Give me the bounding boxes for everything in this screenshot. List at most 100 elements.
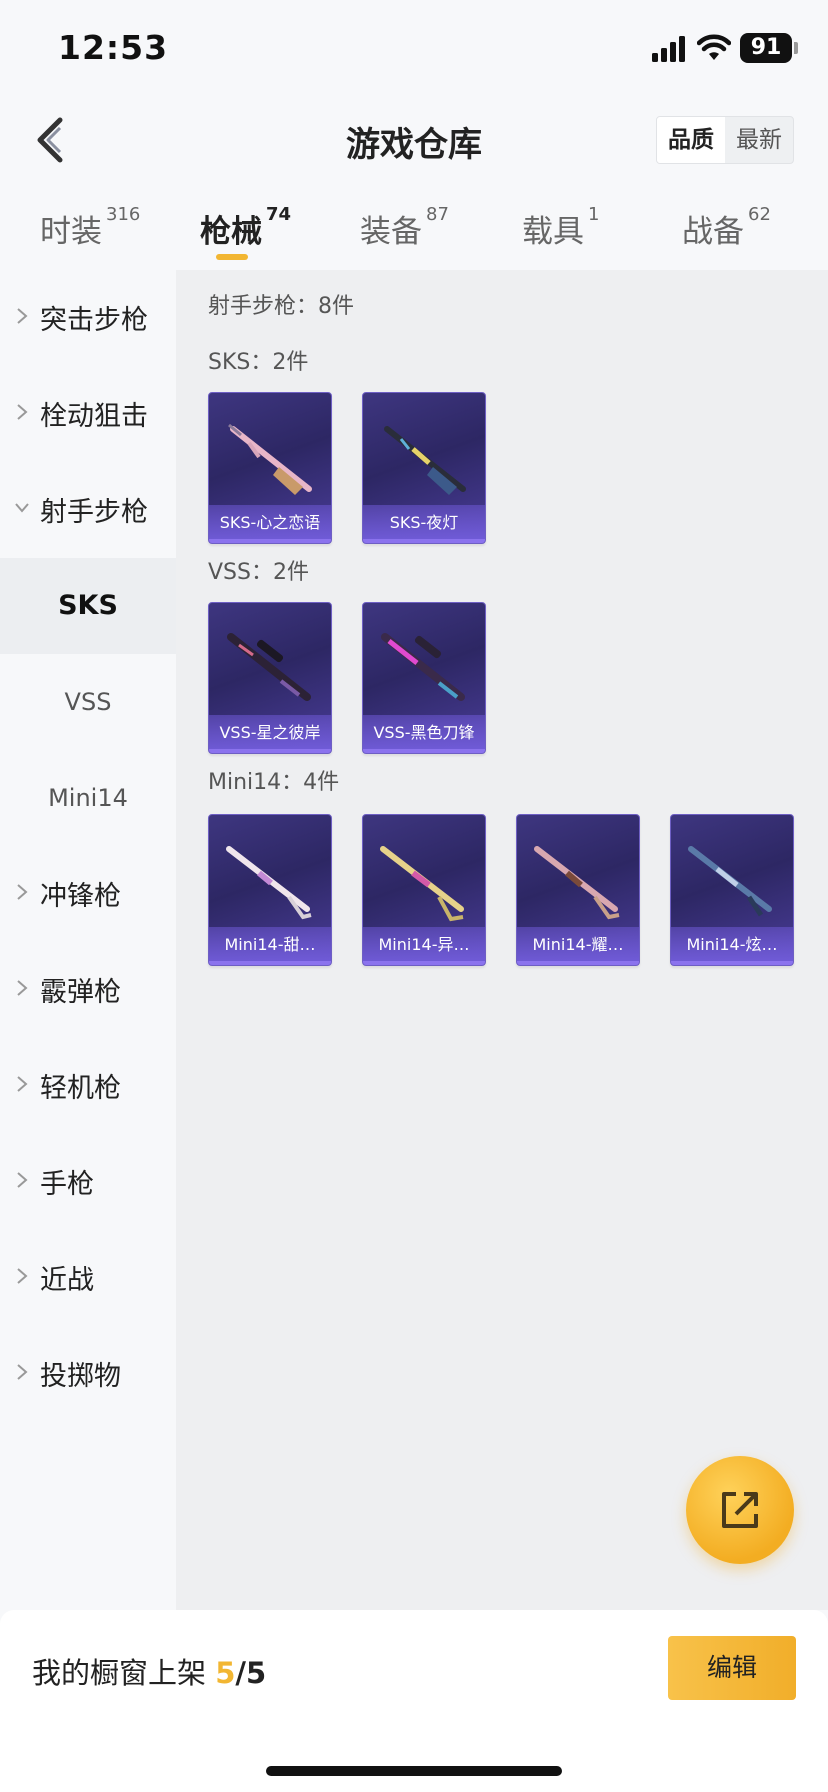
sidebar-item-smg[interactable]: 冲锋枪 [0, 846, 176, 942]
tab-label: 枪械 [200, 214, 262, 250]
sidebar-item-bolt-sniper[interactable]: 栓动狙击 [0, 366, 176, 462]
section-title-vss: VSS：2件 [208, 560, 309, 585]
showcase-count: 5 [215, 1656, 236, 1690]
sidebar-item-shotgun[interactable]: 霰弹枪 [0, 942, 176, 1038]
tab-equipment[interactable]: 装备 87 [360, 204, 449, 251]
tab-label: 时装 [40, 214, 102, 250]
share-external-icon [722, 1492, 758, 1528]
chevron-right-icon [17, 1172, 28, 1188]
rifle-skin-image [534, 846, 620, 920]
showcase-label: 我的橱窗上架 [32, 1656, 207, 1690]
sidebar-item-label: 射手步枪 [40, 497, 148, 528]
rarity-bar [363, 539, 485, 543]
chevron-right-icon [17, 980, 28, 996]
showcase-total: /5 [235, 1656, 267, 1690]
chevron-right-icon [17, 1364, 28, 1380]
item-name: VSS-黑色刀锋 [363, 715, 485, 753]
item-name: Mini14-异… [363, 927, 485, 965]
rarity-bar [517, 961, 639, 965]
tab-label: 战备 [682, 214, 744, 250]
sidebar-item-label: 近战 [40, 1265, 94, 1296]
sidebar-item-label: 霰弹枪 [40, 977, 121, 1008]
sidebar-item-melee[interactable]: 近战 [0, 1230, 176, 1326]
sidebar-item-label: 冲锋枪 [40, 881, 121, 912]
rifle-skin-image [384, 426, 466, 495]
section-title-mini14: Mini14：4件 [208, 770, 340, 795]
item-card[interactable]: VSS-黑色刀锋 [362, 602, 486, 754]
item-card[interactable]: Mini14-甜… [208, 814, 332, 966]
item-card[interactable]: SKS-心之恋语 [208, 392, 332, 544]
battery-cap [794, 42, 798, 54]
rifle-skin-image [227, 633, 311, 701]
status-bar: 12:53 91 [0, 0, 828, 100]
tab-label: 装备 [360, 214, 422, 250]
item-name: SKS-心之恋语 [209, 505, 331, 543]
chevron-right-icon [17, 308, 28, 324]
status-time: 12:53 [58, 28, 169, 67]
share-floating-button[interactable] [686, 1456, 794, 1564]
tab-fashion[interactable]: 时装 316 [40, 204, 141, 251]
item-card[interactable]: SKS-夜灯 [362, 392, 486, 544]
item-card[interactable]: VSS-星之彼岸 [208, 602, 332, 754]
chevron-right-icon [17, 1076, 28, 1092]
rarity-bar [209, 961, 331, 965]
sidebar-sub-sks[interactable]: SKS [0, 558, 176, 654]
chevron-down-icon [15, 503, 29, 513]
tab-count: 74 [266, 204, 292, 225]
item-card[interactable]: Mini14-耀… [516, 814, 640, 966]
item-card[interactable]: Mini14-异… [362, 814, 486, 966]
rarity-bar [363, 961, 485, 965]
sort-newest-button[interactable]: 最新 [725, 117, 793, 163]
item-name: Mini14-甜… [209, 927, 331, 965]
sidebar-sub-mini14[interactable]: Mini14 [0, 750, 176, 846]
home-indicator [266, 1766, 562, 1776]
rarity-bar [671, 961, 793, 965]
sidebar-item-label: 栓动狙击 [40, 401, 148, 432]
rifle-skin-image [228, 423, 312, 495]
item-name: SKS-夜灯 [363, 505, 485, 543]
chevron-right-icon [17, 1268, 28, 1284]
sidebar-item-assault-rifle[interactable]: 突击步枪 [0, 270, 176, 366]
sort-toggle: 品质 最新 [656, 116, 794, 164]
showcase-status: 我的橱窗上架 5/5 [32, 1650, 266, 1692]
tab-count: 1 [588, 204, 600, 225]
cellular-signal-icon [652, 36, 685, 62]
section-title-sks: SKS：2件 [208, 350, 309, 375]
category-tabs: 时装 316 枪械 74 装备 87 载具 1 战备 62 [0, 196, 828, 266]
wifi-icon [697, 34, 731, 60]
edit-button[interactable]: 编辑 [668, 1636, 796, 1700]
sidebar-item-throwables[interactable]: 投掷物 [0, 1326, 176, 1422]
active-tab-indicator [216, 254, 248, 260]
tab-firearms[interactable]: 枪械 74 [200, 204, 292, 251]
chevron-right-icon [17, 884, 28, 900]
rifle-skin-image [380, 846, 464, 922]
sidebar-item-label: 突击步枪 [40, 305, 148, 336]
sidebar-item-pistol[interactable]: 手枪 [0, 1134, 176, 1230]
sidebar-item-marksman-rifle[interactable]: 射手步枪 [0, 462, 176, 558]
tab-vehicles[interactable]: 载具 1 [522, 204, 600, 251]
rifle-skin-image [688, 846, 772, 917]
showcase-bottom-bar: 我的橱窗上架 5/5 编辑 [0, 1610, 828, 1792]
tab-label: 载具 [522, 214, 584, 250]
sidebar-item-lmg[interactable]: 轻机枪 [0, 1038, 176, 1134]
sidebar-item-label: 轻机枪 [40, 1073, 121, 1104]
item-card[interactable]: Mini14-炫… [670, 814, 794, 966]
tab-count: 87 [426, 204, 449, 225]
item-name: Mini14-耀… [517, 927, 639, 965]
item-name: VSS-星之彼岸 [209, 715, 331, 753]
sidebar-item-label: 投掷物 [40, 1361, 121, 1392]
item-grid-panel: 射手步枪：8件 SKS：2件 SKS-心之恋语 SKS-夜灯 VSS：2件 VS… [176, 270, 828, 1610]
weapon-category-sidebar: 突击步枪 栓动狙击 射手步枪 SKS VSS Mini14 冲锋枪 霰弹枪 轻机… [0, 270, 176, 1610]
item-name: Mini14-炫… [671, 927, 793, 965]
rifle-skin-image [226, 846, 312, 920]
rifle-skin-image [381, 633, 465, 701]
tab-count: 316 [106, 204, 141, 225]
tab-supplies[interactable]: 战备 62 [682, 204, 771, 251]
sidebar-sub-vss[interactable]: VSS [0, 654, 176, 750]
group-summary: 射手步枪：8件 [208, 294, 354, 319]
chevron-right-icon [17, 404, 28, 420]
rarity-bar [209, 539, 331, 543]
rarity-bar [363, 749, 485, 753]
sidebar-item-label: 手枪 [40, 1169, 94, 1200]
sort-quality-button[interactable]: 品质 [657, 117, 725, 163]
